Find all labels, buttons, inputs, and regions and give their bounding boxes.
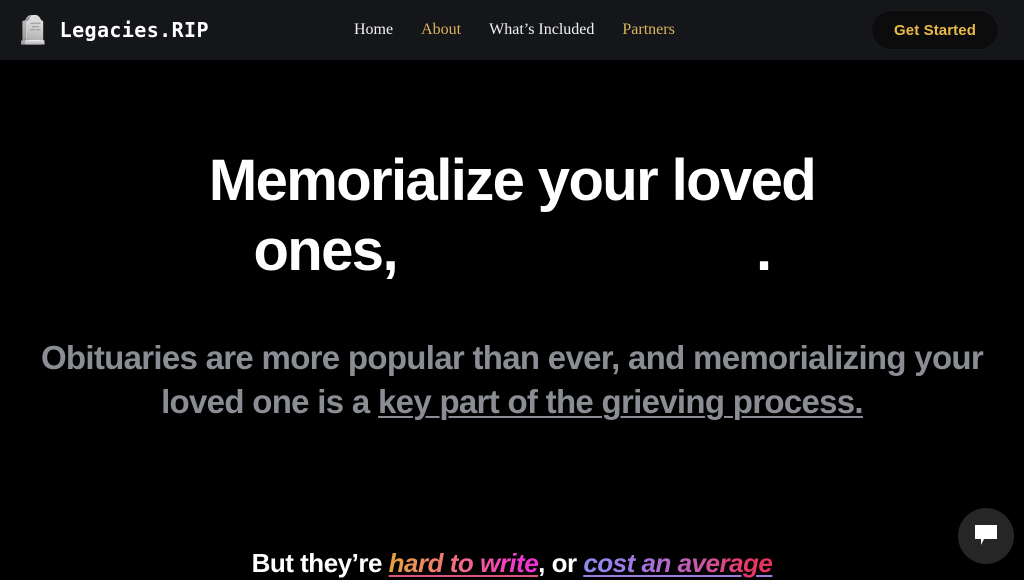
site-header: 🪦 Legacies.RIP Home About What’s Include…	[0, 0, 1024, 60]
nav-item-whats-included[interactable]: What’s Included	[475, 21, 608, 39]
headline-prefix: ones,	[253, 218, 398, 284]
hard-to-write-link[interactable]: hard to write	[389, 548, 539, 578]
headline-period: .	[756, 218, 772, 284]
chat-bubble-icon	[973, 524, 999, 548]
cost-an-average-link[interactable]: cost an average	[583, 548, 773, 578]
headstone-icon: 🪦	[16, 14, 50, 45]
get-started-button[interactable]: Get Started	[872, 11, 998, 49]
nav-item-partners[interactable]: Partners	[608, 21, 688, 39]
headline-line-2: ones, .	[0, 216, 1024, 286]
brand-logo[interactable]: 🪦 Legacies.RIP	[16, 0, 209, 60]
grieving-process-link[interactable]: key part of the grieving process.	[378, 383, 864, 420]
nav-item-about[interactable]: About	[407, 21, 475, 39]
chat-widget-button[interactable]	[958, 508, 1014, 564]
page-title: Memorialize your loved ones, .	[0, 146, 1024, 286]
hero-section: Memorialize your loved ones, . Obituarie…	[0, 60, 1024, 578]
nav-item-home[interactable]: Home	[340, 21, 407, 39]
hero-subheading: Obituaries are more popular than ever, a…	[0, 336, 1024, 424]
brand-name: Legacies.RIP	[59, 18, 209, 42]
main-navigation: Home About What’s Included Partners	[340, 0, 689, 60]
headline-line-1: Memorialize your loved	[208, 148, 817, 213]
get-started-label: Get Started	[894, 21, 976, 39]
tagline-middle: , or	[538, 548, 584, 578]
hero-tagline: But they’re hard to write, or cost an av…	[0, 546, 1024, 580]
tagline-prefix: But they’re	[251, 548, 389, 578]
